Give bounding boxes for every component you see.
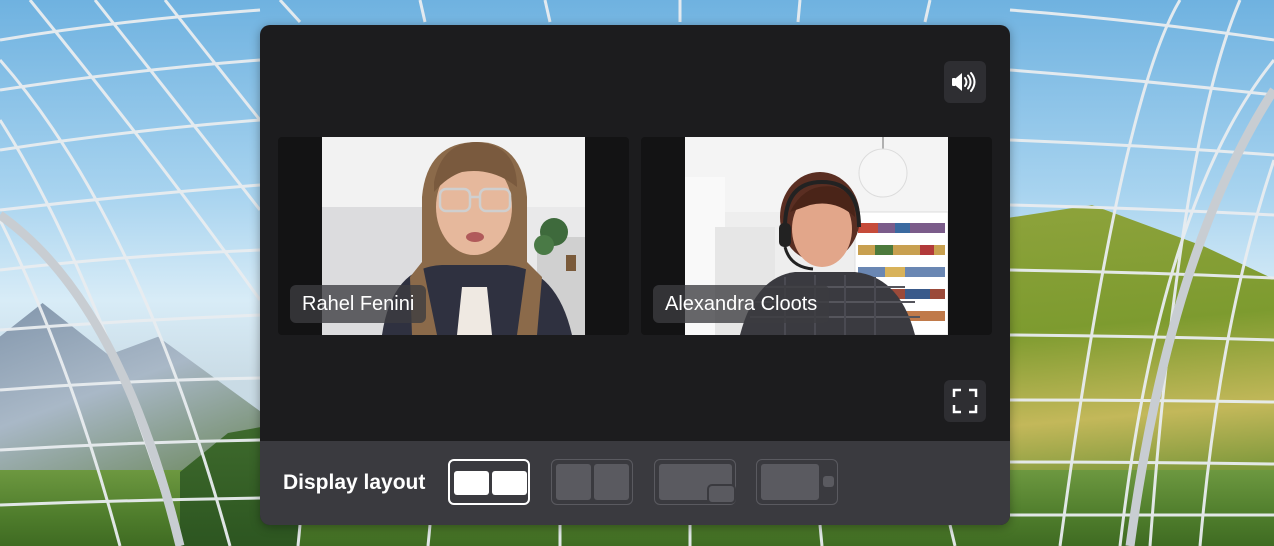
display-layout-label: Display layout (283, 471, 426, 494)
layout-main-thumbnail-button[interactable] (756, 459, 838, 505)
audio-button[interactable] (944, 61, 986, 103)
display-layout-bar: Display layout (260, 441, 1010, 525)
layout-cell-icon (823, 476, 834, 487)
participant-tile-1[interactable]: Rahel Fenini (278, 137, 629, 335)
fullscreen-icon (952, 388, 978, 414)
participant-name-tag: Rahel Fenini (290, 285, 427, 323)
participant-tile-2[interactable]: Alexandra Cloots (641, 137, 992, 335)
video-stage: Rahel Fenini Alexandra Cloots (266, 31, 1004, 441)
layout-cell-icon (707, 484, 736, 504)
fullscreen-button[interactable] (944, 380, 986, 422)
layout-cell-icon (492, 471, 527, 495)
layout-picture-in-picture-button[interactable] (654, 459, 736, 505)
layout-cell-icon (594, 464, 629, 500)
participant-name-tag: Alexandra Cloots (653, 285, 830, 323)
layout-split-button[interactable] (551, 459, 633, 505)
speaker-volume-icon (952, 72, 976, 92)
video-call-panel: Rahel Fenini Alexandra Cloots Display la… (260, 25, 1010, 525)
layout-cell-icon (454, 471, 489, 495)
layout-side-by-side-button[interactable] (448, 459, 530, 505)
layout-cell-icon (761, 464, 819, 500)
layout-cell-icon (556, 464, 591, 500)
